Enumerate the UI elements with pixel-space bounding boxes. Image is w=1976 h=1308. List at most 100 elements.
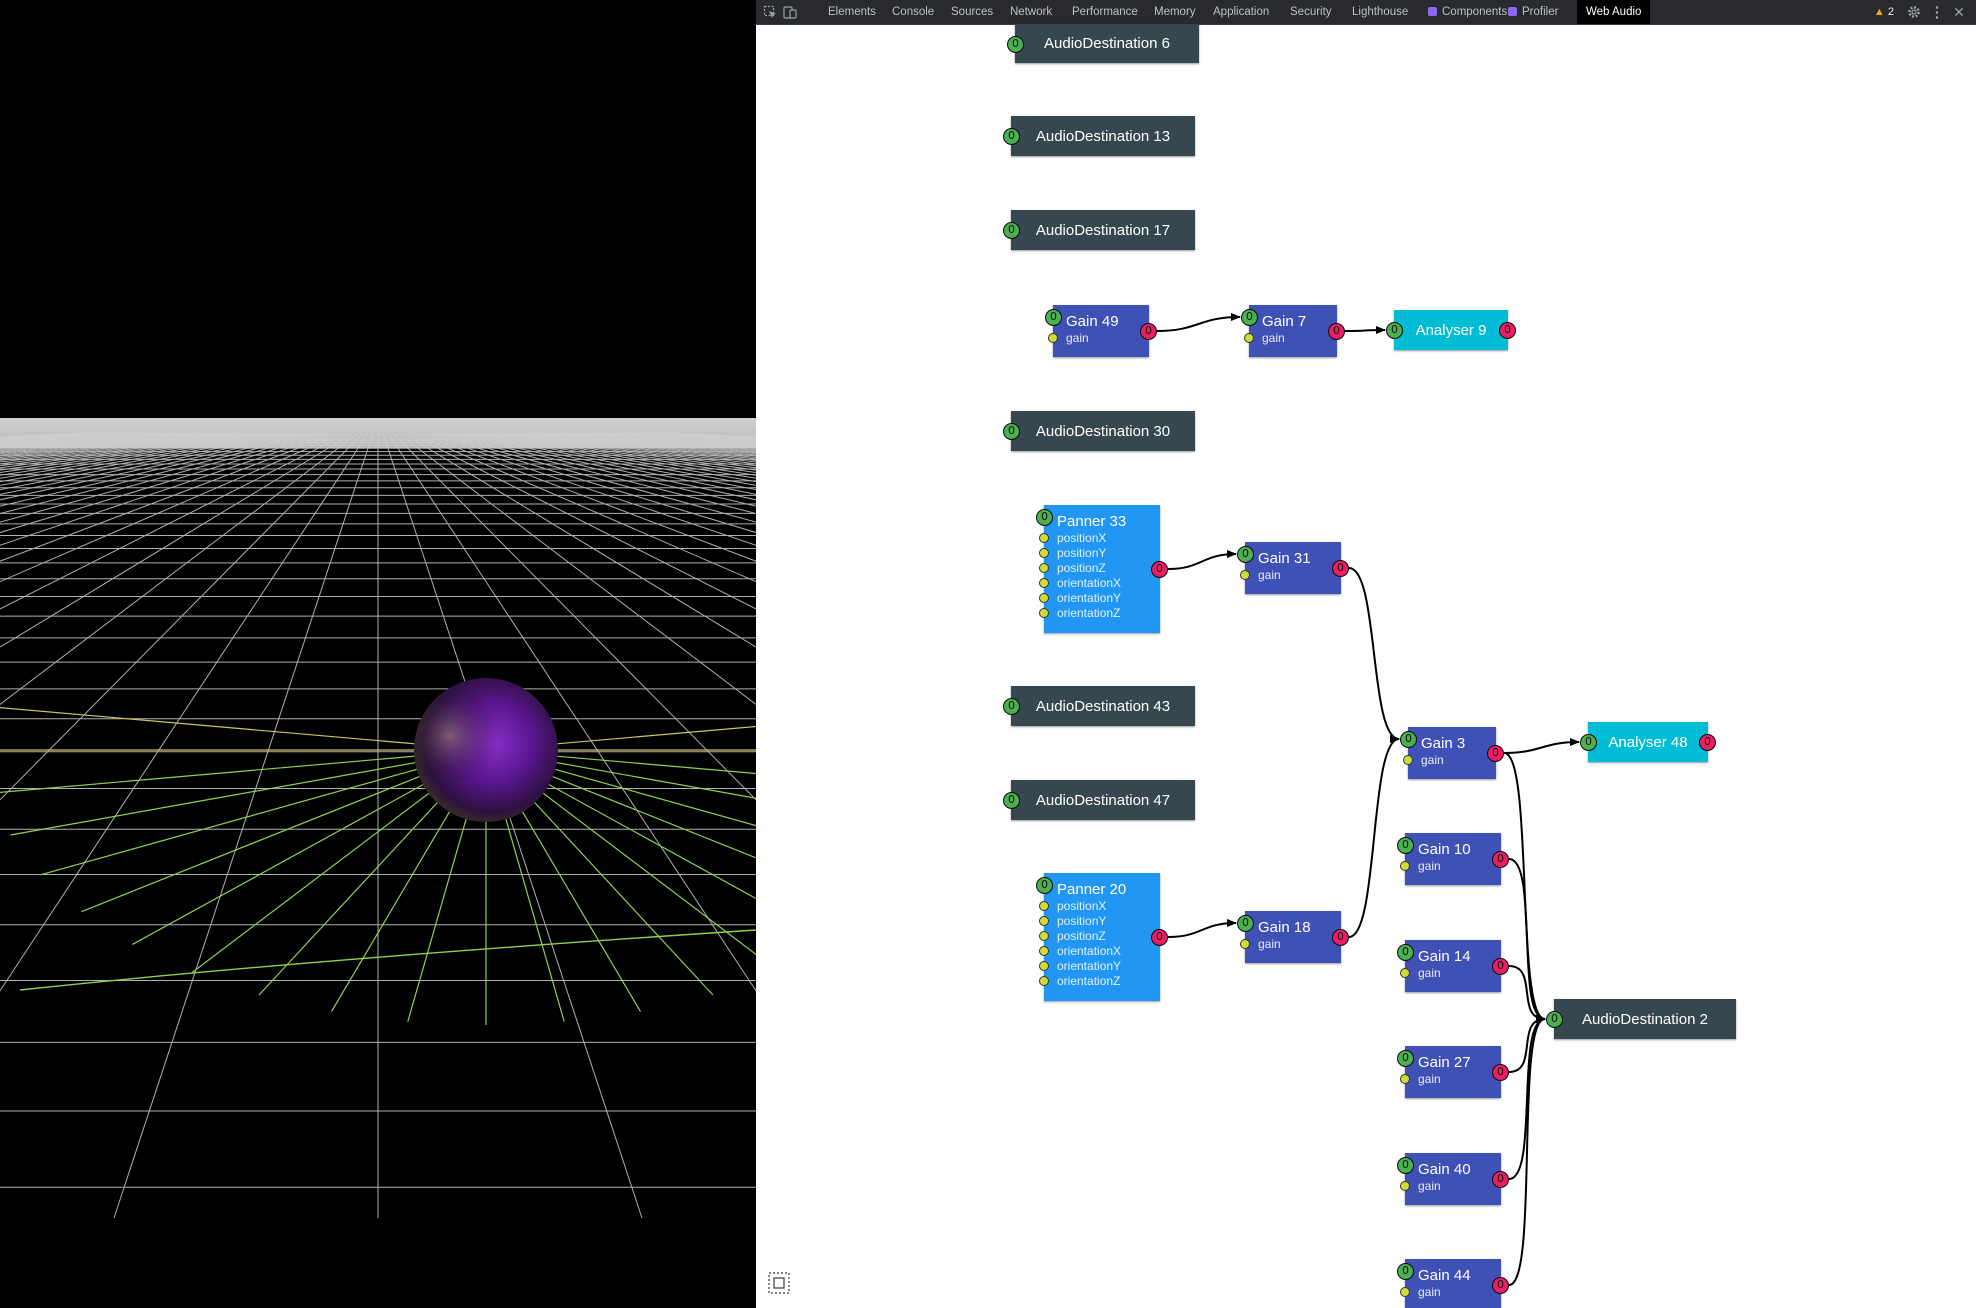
param-port[interactable] (1039, 976, 1049, 986)
more-vertical-icon[interactable]: ⋮ (1928, 3, 1946, 21)
input-port[interactable]: 0 (1003, 128, 1020, 145)
node-gain49[interactable]: Gain 49 0 0 gain (1045, 305, 1157, 357)
input-port[interactable]: 0 (1003, 222, 1020, 239)
param-port[interactable] (1039, 548, 1049, 558)
settings-gear-icon[interactable] (1905, 3, 1923, 21)
input-port[interactable]: 0 (1397, 1157, 1414, 1174)
input-port[interactable]: 0 (1241, 309, 1258, 326)
param-port[interactable] (1403, 755, 1413, 765)
audio-graph-canvas[interactable]: AudioDestination 6 0 AudioDestination 13 0 A… (756, 24, 1976, 1308)
input-port[interactable]: 0 (1007, 35, 1024, 53)
param-port[interactable] (1039, 593, 1049, 603)
tab-application[interactable]: Application (1213, 0, 1269, 24)
input-port[interactable]: 0 (1397, 1050, 1414, 1067)
input-port[interactable]: 0 (1397, 944, 1414, 961)
node-gain3[interactable]: Gain 3 0 0 gain (1400, 727, 1504, 779)
tab-memory[interactable]: Memory (1154, 0, 1196, 24)
tab-elements[interactable]: Elements (828, 0, 876, 24)
input-port[interactable]: 0 (1397, 837, 1414, 854)
output-port[interactable]: 0 (1151, 561, 1168, 578)
param-port[interactable] (1400, 1181, 1410, 1191)
tab-security[interactable]: Security (1290, 0, 1332, 24)
output-port[interactable]: 0 (1492, 1277, 1509, 1294)
input-port[interactable]: 0 (1397, 1263, 1414, 1280)
tab-performance[interactable]: Performance (1072, 0, 1138, 24)
tab-console[interactable]: Console (892, 0, 934, 24)
output-port[interactable]: 0 (1332, 560, 1349, 577)
3d-scene-canvas (0, 418, 756, 1219)
param-port[interactable] (1039, 961, 1049, 971)
tab-profiler[interactable]: Profiler (1508, 0, 1558, 24)
param-port[interactable] (1400, 1074, 1410, 1084)
output-port[interactable]: 0 (1332, 929, 1349, 946)
output-port[interactable]: 0 (1492, 851, 1509, 868)
param-port[interactable] (1240, 939, 1250, 949)
output-port[interactable]: 0 (1492, 1064, 1509, 1081)
node-gain7[interactable]: Gain 7 0 0 gain (1241, 305, 1345, 357)
node-gain27[interactable]: Gain 27 0 0 gain (1397, 1046, 1509, 1098)
node-gain18[interactable]: Gain 18 0 0 gain (1237, 911, 1349, 963)
tab-lighthouse[interactable]: Lighthouse (1352, 0, 1408, 24)
param-port[interactable] (1039, 533, 1049, 543)
node-dest43[interactable]: AudioDestination 43 0 (1003, 686, 1195, 726)
param-port[interactable] (1039, 608, 1049, 618)
output-port[interactable]: 0 (1151, 929, 1168, 946)
input-port[interactable]: 0 (1386, 322, 1403, 339)
node-gain40[interactable]: Gain 40 0 0 gain (1397, 1153, 1509, 1205)
output-port[interactable]: 0 (1499, 322, 1516, 339)
inspect-element-icon[interactable] (761, 3, 779, 21)
node-dest2[interactable]: AudioDestination 2 0 (1546, 999, 1736, 1039)
input-port[interactable]: 0 (1045, 309, 1062, 326)
input-port[interactable]: 0 (1580, 734, 1597, 751)
param-port[interactable] (1048, 333, 1058, 343)
warnings-counter[interactable]: ▲ 2 (1874, 0, 1894, 24)
input-port[interactable]: 0 (1400, 731, 1417, 748)
output-port[interactable]: 0 (1140, 323, 1157, 340)
tab-sources[interactable]: Sources (951, 0, 993, 24)
fit-to-view-icon[interactable] (768, 1272, 790, 1294)
output-port[interactable]: 0 (1699, 734, 1716, 751)
node-analyser9[interactable]: Analyser 9 0 0 (1386, 310, 1516, 350)
node-gain44[interactable]: Gain 44 0 0 gain (1397, 1259, 1509, 1308)
node-gain14[interactable]: Gain 14 0 0 gain (1397, 940, 1509, 992)
input-port[interactable]: 0 (1003, 792, 1020, 809)
tab-network[interactable]: Network (1010, 0, 1052, 24)
param-port[interactable] (1039, 563, 1049, 573)
tab-web-audio[interactable]: Web Audio (1577, 0, 1651, 24)
param-port[interactable] (1400, 968, 1410, 978)
node-panner33[interactable]: Panner 33 0 0 positionX positionY positionZ or… (1036, 505, 1168, 633)
node-dest47[interactable]: AudioDestination 47 0 (1003, 780, 1195, 820)
param-port[interactable] (1240, 570, 1250, 580)
threejs-viewport[interactable] (0, 0, 756, 1308)
output-port[interactable]: 0 (1492, 1171, 1509, 1188)
param-port[interactable] (1039, 578, 1049, 588)
node-analyser48[interactable]: Analyser 48 0 0 (1580, 722, 1716, 762)
param-port[interactable] (1039, 946, 1049, 956)
tab-components[interactable]: Components (1428, 0, 1507, 24)
node-dest13[interactable]: AudioDestination 13 0 (1003, 116, 1195, 156)
input-port[interactable]: 0 (1237, 915, 1254, 932)
node-dest17[interactable]: AudioDestination 17 0 (1003, 210, 1195, 250)
output-port[interactable]: 0 (1487, 745, 1504, 762)
input-port[interactable]: 0 (1036, 509, 1053, 526)
param-port[interactable] (1400, 861, 1410, 871)
param-port[interactable] (1039, 916, 1049, 926)
node-gain31[interactable]: Gain 31 0 0 gain (1237, 542, 1349, 594)
param-port[interactable] (1039, 931, 1049, 941)
device-toolbar-icon[interactable] (781, 3, 799, 21)
input-port[interactable]: 0 (1036, 877, 1053, 894)
node-dest6[interactable]: AudioDestination 6 0 (1007, 24, 1199, 63)
node-panner20[interactable]: Panner 20 0 0 positionX positionY positionZ or… (1036, 873, 1168, 1001)
output-port[interactable]: 0 (1492, 958, 1509, 975)
input-port[interactable]: 0 (1003, 423, 1020, 440)
input-port[interactable]: 0 (1237, 546, 1254, 563)
node-gain10[interactable]: Gain 10 0 0 gain (1397, 833, 1509, 885)
input-port[interactable]: 0 (1546, 1011, 1563, 1028)
param-port[interactable] (1244, 333, 1254, 343)
param-port[interactable] (1039, 901, 1049, 911)
input-port[interactable]: 0 (1003, 698, 1020, 715)
close-icon[interactable]: ✕ (1950, 3, 1968, 21)
output-port[interactable]: 0 (1328, 323, 1345, 340)
param-port[interactable] (1400, 1287, 1410, 1297)
node-dest30[interactable]: AudioDestination 30 0 (1003, 411, 1195, 451)
